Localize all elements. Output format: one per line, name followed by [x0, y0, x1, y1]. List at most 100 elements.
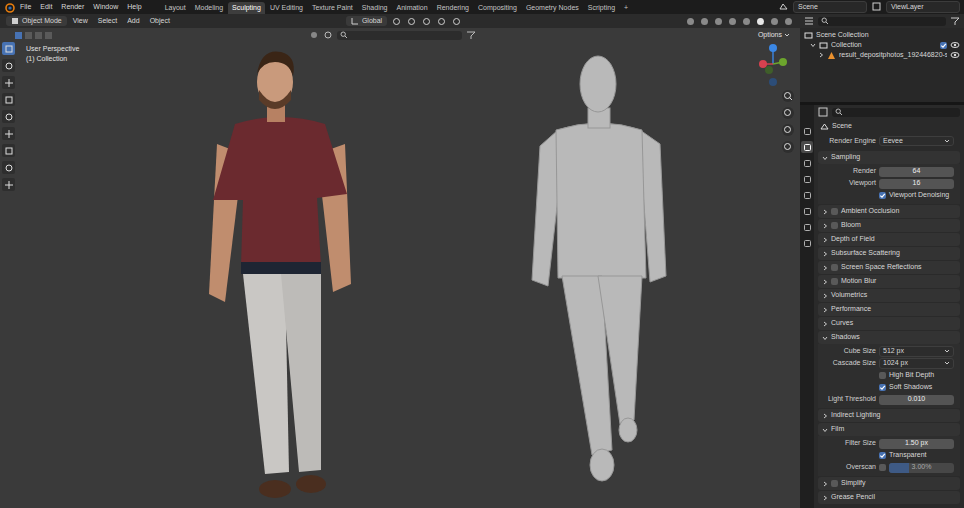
- rendered-icon[interactable]: [783, 16, 794, 27]
- outliner-row[interactable]: result_depositphotos_192446820-s: [800, 50, 964, 60]
- filter-icon[interactable]: [466, 30, 476, 40]
- output-tab-icon[interactable]: [801, 157, 813, 169]
- rotate-icon[interactable]: [2, 93, 15, 106]
- workspace-tab[interactable]: Geometry Nodes: [522, 2, 583, 14]
- select-mode-icon[interactable]: [14, 31, 23, 40]
- workspace-tab[interactable]: Scripting: [584, 2, 619, 14]
- workspace-tab[interactable]: UV Editing: [266, 2, 307, 14]
- panel-header[interactable]: Bloom: [818, 219, 960, 232]
- pan-icon[interactable]: [782, 107, 794, 119]
- gizmo-axis[interactable]: [759, 60, 767, 68]
- checkbox[interactable]: [879, 372, 886, 379]
- panel-header[interactable]: Film: [818, 423, 960, 436]
- proportional-icon[interactable]: [323, 30, 333, 40]
- annotate-icon[interactable]: [2, 144, 15, 157]
- blender-logo-icon[interactable]: [4, 2, 15, 13]
- measure-icon[interactable]: [2, 161, 15, 174]
- exclude-checkbox[interactable]: [940, 42, 947, 49]
- wireframe-icon[interactable]: [741, 16, 752, 27]
- workspace-tab[interactable]: Texture Paint: [308, 2, 357, 14]
- snapping-icon[interactable]: [309, 30, 319, 40]
- panel-header[interactable]: Depth of Field: [818, 233, 960, 246]
- menu-item[interactable]: File: [16, 2, 35, 12]
- panel-header[interactable]: Volumetrics: [818, 289, 960, 302]
- scene-field[interactable]: Scene: [793, 1, 867, 13]
- select-mode-icon[interactable]: [24, 31, 33, 40]
- move-icon[interactable]: [2, 76, 15, 89]
- properties-editor-icon[interactable]: [818, 107, 828, 117]
- orientation-dropdown[interactable]: Global: [346, 16, 387, 26]
- menu-item[interactable]: Render: [57, 2, 88, 12]
- eye-icon[interactable]: [950, 51, 960, 59]
- number-field[interactable]: 64: [879, 167, 954, 177]
- checkbox[interactable]: [879, 192, 886, 199]
- gizmo-icon[interactable]: [699, 16, 710, 27]
- workspace-tab[interactable]: Rendering: [433, 2, 473, 14]
- select-mode-icon[interactable]: [44, 31, 53, 40]
- sculpted-figure[interactable]: [530, 50, 680, 495]
- panel-header[interactable]: Shadows: [818, 331, 960, 344]
- checkbox[interactable]: [879, 452, 886, 459]
- collection-tab-icon[interactable]: [801, 221, 813, 233]
- viewport-menu-item[interactable]: Object: [146, 16, 174, 26]
- gizmo-axis[interactable]: [769, 78, 777, 86]
- number-field[interactable]: 16: [879, 179, 954, 189]
- viewport-menu-item[interactable]: View: [69, 16, 92, 26]
- add-workspace-button[interactable]: +: [620, 2, 632, 14]
- menu-item[interactable]: Help: [123, 2, 145, 12]
- navigation-gizmo[interactable]: [755, 42, 791, 88]
- dropdown[interactable]: 512 px: [879, 346, 954, 356]
- panel-header[interactable]: Subsurface Scattering: [818, 247, 960, 260]
- panel-header[interactable]: Curves: [818, 317, 960, 330]
- workspace-tab[interactable]: Compositing: [474, 2, 521, 14]
- select-box-icon[interactable]: [2, 42, 15, 55]
- viewport-search-field[interactable]: [337, 31, 462, 40]
- menu-item[interactable]: Edit: [36, 2, 56, 12]
- panel-checkbox[interactable]: [831, 480, 838, 487]
- viewport-menu-item[interactable]: Add: [123, 16, 143, 26]
- collapsed-icon[interactable]: [818, 52, 824, 58]
- panel-header[interactable]: Performance: [818, 303, 960, 316]
- pivot-icon[interactable]: [391, 16, 402, 27]
- number-field[interactable]: 0.010: [879, 395, 954, 405]
- eye-icon[interactable]: [950, 41, 960, 49]
- view-layer-icon[interactable]: [871, 1, 882, 12]
- view-layer-field[interactable]: ViewLayer: [886, 1, 960, 13]
- transform-icon[interactable]: [2, 127, 15, 140]
- snap-target-icon[interactable]: [421, 16, 432, 27]
- scale-icon[interactable]: [2, 110, 15, 123]
- gizmo-axis[interactable]: [769, 44, 777, 52]
- gizmo-axis[interactable]: [779, 58, 787, 66]
- zoom-icon[interactable]: [782, 90, 794, 102]
- panel-header[interactable]: Simplify: [818, 477, 960, 490]
- menu-item[interactable]: Window: [89, 2, 122, 12]
- options-dropdown[interactable]: Options: [754, 30, 794, 40]
- object-tab-icon[interactable]: [801, 237, 813, 249]
- reference-photo[interactable]: [205, 34, 355, 504]
- dropdown[interactable]: 1024 px: [879, 358, 954, 368]
- tool-tab-icon[interactable]: [801, 125, 813, 137]
- xray-icon[interactable]: [727, 16, 738, 27]
- camera-icon[interactable]: [782, 124, 794, 136]
- expanded-icon[interactable]: [810, 42, 816, 48]
- scene-icon[interactable]: [778, 1, 789, 12]
- panel-header[interactable]: Indirect Lighting: [818, 409, 960, 422]
- workspace-tab[interactable]: Shading: [358, 2, 392, 14]
- proportional-icon[interactable]: [436, 16, 447, 27]
- workspace-tab[interactable]: Sculpting: [228, 2, 265, 14]
- slider[interactable]: 3.00%: [889, 463, 954, 473]
- falloff-icon[interactable]: [451, 16, 462, 27]
- workspace-tab[interactable]: Animation: [393, 2, 432, 14]
- viewport-menu-item[interactable]: Select: [94, 16, 121, 26]
- properties-search-field[interactable]: [832, 108, 960, 117]
- gizmo-axis[interactable]: [765, 66, 773, 74]
- material-icon[interactable]: [769, 16, 780, 27]
- filter-icon[interactable]: [950, 16, 960, 26]
- select-mode-icon[interactable]: [34, 31, 43, 40]
- workspace-tab[interactable]: Modeling: [191, 2, 227, 14]
- panel-checkbox[interactable]: [831, 278, 838, 285]
- mode-dropdown[interactable]: Object Mode: [6, 16, 67, 26]
- visibility-icon[interactable]: [685, 16, 696, 27]
- panel-header[interactable]: Grease Pencil: [818, 491, 960, 504]
- outliner-row[interactable]: Collection: [800, 40, 964, 50]
